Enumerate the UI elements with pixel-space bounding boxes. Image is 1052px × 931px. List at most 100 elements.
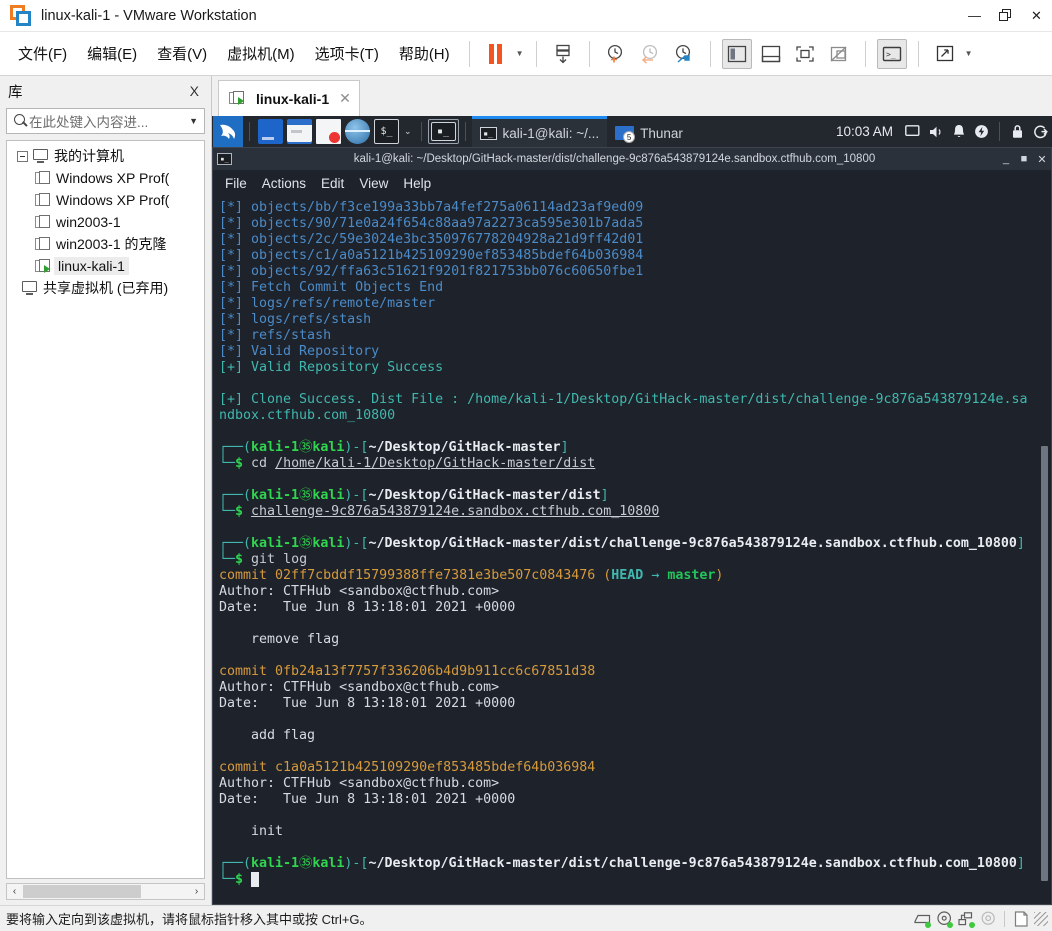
tree-node-winxp-2[interactable]: Windows XP Prof(: [35, 189, 204, 211]
lock-icon[interactable]: [1006, 116, 1029, 147]
menu-help[interactable]: 帮助(H): [389, 39, 460, 68]
tree-node-winxp-1[interactable]: Windows XP Prof(: [35, 167, 204, 189]
terminal-menu-edit[interactable]: Edit: [315, 174, 350, 193]
scrollbar-thumb[interactable]: [1041, 445, 1048, 881]
menu-view[interactable]: 查看(V): [147, 39, 217, 68]
search-dropdown-caret-icon[interactable]: ▼: [187, 116, 200, 126]
terminal-icon[interactable]: $_: [374, 119, 399, 144]
git-message: add flag: [219, 728, 316, 743]
prompt-host: kali: [312, 440, 345, 455]
terminal-menu-file[interactable]: File: [219, 174, 253, 193]
show-thumbnails-button[interactable]: [756, 39, 786, 69]
active-window-button[interactable]: ▪_: [427, 119, 459, 144]
prompt-sep: ㉟: [299, 536, 313, 551]
prompt-command: git log: [251, 552, 308, 567]
search-input[interactable]: 在此处键入内容进...: [29, 111, 187, 131]
scroll-left-arrow-icon[interactable]: ‹: [7, 886, 22, 897]
terminal-menu-view[interactable]: View: [353, 174, 394, 193]
revert-snapshot-button[interactable]: [635, 39, 665, 69]
library-close-button[interactable]: X: [186, 83, 203, 99]
snapshot-button[interactable]: [548, 39, 578, 69]
prompt-argument: /home/kali-1/Desktop/GitHack-master/dist: [275, 456, 596, 471]
logout-icon[interactable]: [1029, 116, 1052, 147]
output-line: [*] Valid Repository: [219, 344, 380, 359]
terminal-output[interactable]: [*] objects/bb/f3ce199a33bb7a4fef275a061…: [213, 196, 1051, 904]
minimize-button[interactable]: —: [959, 0, 990, 31]
snapshot-manager-button[interactable]: [669, 39, 699, 69]
collapse-expander-icon[interactable]: [17, 150, 28, 162]
show-library-button[interactable]: [721, 38, 752, 69]
close-button[interactable]: ✕: [1021, 0, 1052, 31]
display-icon[interactable]: [901, 116, 924, 147]
web-browser-icon[interactable]: [345, 119, 370, 144]
launcher-caret-icon[interactable]: ⌄: [404, 126, 412, 137]
git-head-ref: HEAD: [611, 568, 644, 583]
kali-dragon-icon[interactable]: [213, 116, 243, 147]
fullscreen-button[interactable]: [790, 39, 820, 69]
notification-bell-icon[interactable]: [947, 116, 970, 147]
tree-node-win2003-1-clone[interactable]: win2003-1 的克隆: [35, 233, 204, 255]
restore-button[interactable]: [990, 0, 1021, 31]
resize-grip-icon[interactable]: [1034, 911, 1048, 926]
menu-tabs[interactable]: 选项卡(T): [305, 39, 389, 68]
stretch-dropdown-caret-icon[interactable]: ▼: [962, 41, 976, 67]
prompt-path: ~/Desktop/GitHack-master/dist/challenge-…: [368, 856, 1017, 871]
console-view-icon: >_: [882, 46, 901, 61]
text-editor-icon[interactable]: [316, 119, 341, 144]
tree-node-win2003-1[interactable]: win2003-1: [35, 211, 204, 233]
pause-icon: [489, 43, 503, 64]
terminal-minimize-button[interactable]: _: [997, 153, 1015, 165]
taskbar-item-thunar[interactable]: 5 Thunar: [607, 116, 691, 147]
library-sidebar: 库 X 在此处键入内容进... ▼ 我的计算机 Windows XP Prof(: [0, 76, 212, 905]
power-dropdown-caret-icon[interactable]: ▼: [513, 41, 527, 67]
git-date: Date: Tue Jun 8 13:18:01 2021 +0000: [219, 600, 516, 615]
pause-button[interactable]: [481, 39, 511, 69]
library-search-box[interactable]: 在此处键入内容进... ▼: [6, 108, 205, 134]
console-view-button[interactable]: >_: [876, 38, 907, 69]
prompt-command: cd: [251, 456, 276, 471]
output-line: [*] logs/refs/stash: [219, 312, 372, 327]
tree-node-linux-kali-1[interactable]: linux-kali-1: [35, 255, 204, 277]
tab-close-icon[interactable]: ✕: [335, 90, 351, 107]
panel-clock[interactable]: 10:03 AM: [828, 124, 901, 139]
stretch-guest-button[interactable]: [930, 39, 960, 69]
prompt-sep: ㉟: [299, 488, 313, 503]
taskbar-item-terminal[interactable]: ▪_ kali-1@kali: ~/...: [471, 116, 608, 147]
file-manager-icon[interactable]: [287, 119, 312, 144]
snapshot-doc-icon[interactable]: [1010, 908, 1032, 930]
library-horizontal-scrollbar[interactable]: ‹ ›: [6, 883, 205, 900]
terminal-menu-actions[interactable]: Actions: [256, 174, 312, 193]
git-commit-hash: 0fb24a13f7757f336206b4d9b911cc6c67851d38: [275, 664, 596, 679]
tree-node-my-computer[interactable]: 我的计算机: [7, 145, 204, 167]
menu-edit[interactable]: 编辑(E): [77, 39, 147, 68]
tree-node-shared-vms[interactable]: 共享虚拟机 (已弃用): [21, 277, 204, 299]
terminal-maximize-button[interactable]: ■: [1015, 153, 1033, 165]
cd-drive-icon[interactable]: [933, 908, 955, 930]
unity-mode-button[interactable]: [824, 39, 854, 69]
terminal-close-button[interactable]: ✕: [1033, 153, 1051, 166]
menu-vm[interactable]: 虚拟机(M): [217, 39, 305, 68]
git-author: Author: CTFHub <sandbox@ctfhub.com>: [219, 680, 500, 695]
terminal-scrollbar[interactable]: [1041, 200, 1048, 902]
terminal-titlebar[interactable]: ▪_ kali-1@kali: ~/Desktop/GitHack-master…: [213, 148, 1051, 170]
power-icon[interactable]: [970, 116, 993, 147]
scrollbar-thumb[interactable]: [23, 885, 141, 898]
take-snapshot-button[interactable]: [601, 39, 631, 69]
network-adapter-icon[interactable]: [955, 908, 977, 930]
terminal-menu-help[interactable]: Help: [397, 174, 437, 193]
vm-running-icon: [35, 258, 51, 274]
volume-icon[interactable]: [924, 116, 947, 147]
status-message: 要将输入定向到该虚拟机，请将鼠标指针移入其中或按 Ctrl+G。: [6, 912, 373, 927]
prompt-path: ~/Desktop/GitHack-master: [368, 440, 561, 455]
git-refs-open: (: [595, 568, 612, 583]
vmware-logo-icon: [10, 4, 32, 27]
menu-file[interactable]: 文件(F): [8, 39, 77, 68]
output-line: [*] logs/refs/remote/master: [219, 296, 436, 311]
tab-linux-kali-1[interactable]: linux-kali-1 ✕: [218, 80, 360, 116]
scroll-right-arrow-icon[interactable]: ›: [189, 886, 204, 897]
guest-screen[interactable]: $_ ⌄ ▪_ ▪_ kali-1@kali: ~/... 5 Thunar 1…: [212, 116, 1052, 905]
show-desktop-icon[interactable]: [258, 119, 283, 144]
unity-mode-icon: [830, 46, 847, 61]
hard-disk-icon[interactable]: [911, 908, 933, 930]
output-line: [*] objects/92/ffa63c51621f9201f821753bb…: [219, 264, 644, 279]
